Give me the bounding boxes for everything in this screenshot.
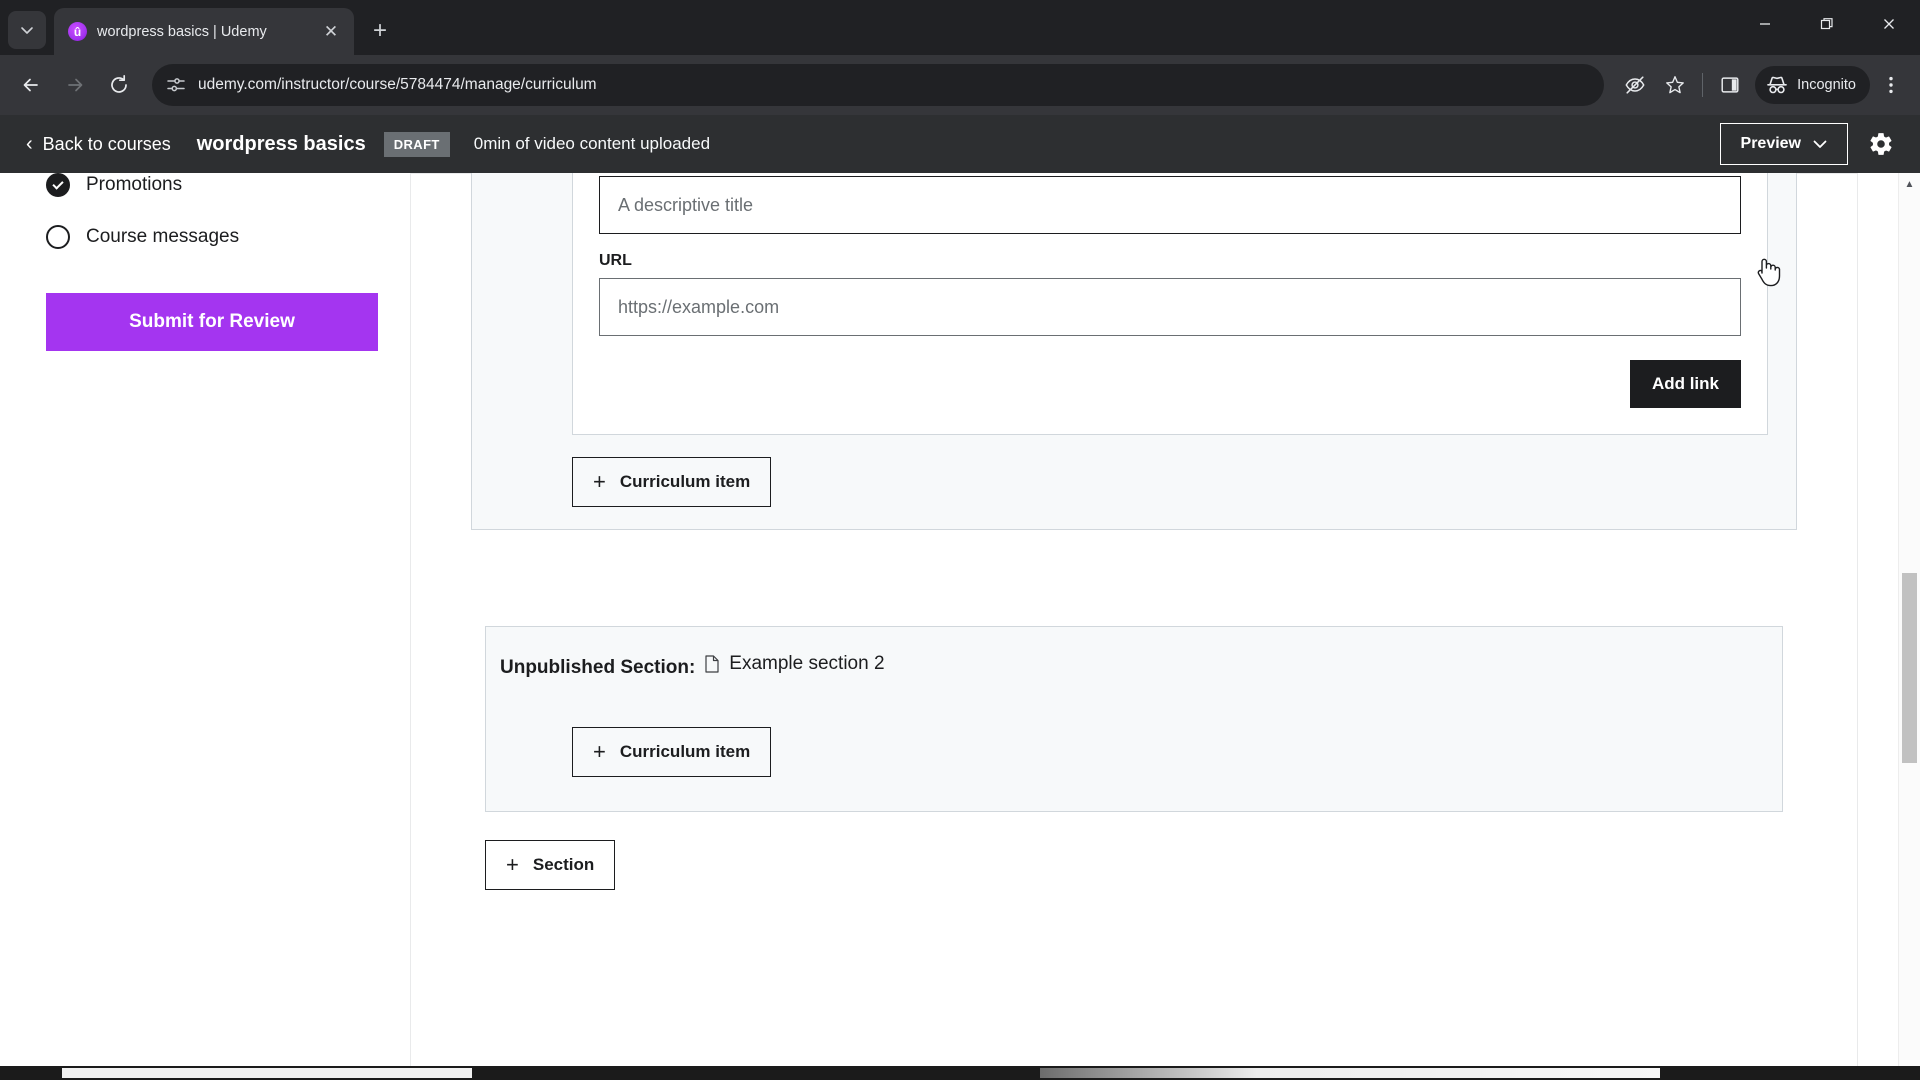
incognito-label: Incognito <box>1797 77 1856 93</box>
scroll-up-arrow[interactable]: ▲ <box>1899 173 1920 195</box>
minimize-button[interactable] <box>1734 0 1796 47</box>
resource-url-input[interactable] <box>599 278 1741 336</box>
horizontal-scrollbar-thumb[interactable] <box>62 1068 472 1078</box>
add-section-label: Section <box>532 855 595 874</box>
sidebar-item-course-messages[interactable]: Course messages <box>46 211 410 263</box>
back-button[interactable] <box>10 64 52 106</box>
add-curriculum-item-button-2[interactable]: + Curriculum item <box>572 727 772 777</box>
curriculum-card: URL Add link + Curriculum item <box>410 173 1858 1080</box>
radio-unchecked-icon <box>46 225 70 249</box>
page-content: Promotions Course messages Submit for Re… <box>0 173 1920 1080</box>
browser-window: û wordpress basics | Udemy ✕ + udemy.com… <box>0 0 1920 1080</box>
restore-button[interactable] <box>1796 0 1858 47</box>
plus-icon: + <box>593 739 606 764</box>
address-bar[interactable]: udemy.com/instructor/course/5784474/mana… <box>152 64 1605 106</box>
tab-search-button[interactable] <box>8 11 46 49</box>
tracking-protection-icon[interactable] <box>1616 66 1654 104</box>
toolbar-divider <box>1702 73 1704 97</box>
add-section-button[interactable]: + Section <box>485 840 616 890</box>
window-controls <box>1734 0 1920 55</box>
add-curriculum-item-button-1[interactable]: + Curriculum item <box>572 457 772 507</box>
new-tab-button[interactable]: + <box>362 13 398 49</box>
horizontal-scrollbar[interactable] <box>0 1066 1920 1080</box>
chevron-left-icon: ‹ <box>26 133 33 155</box>
tab-strip: û wordpress basics | Udemy ✕ + <box>0 0 1920 55</box>
course-sidebar: Promotions Course messages Submit for Re… <box>0 173 410 1080</box>
add-section-row: + Section <box>471 812 1797 890</box>
arrow-right-icon <box>68 78 83 92</box>
close-icon <box>1884 18 1894 29</box>
plus-icon: + <box>593 469 606 494</box>
status-badge: DRAFT <box>383 131 450 157</box>
section-block-2: Unpublished Section: Example section 2 +… <box>485 626 1783 812</box>
bookmark-star-icon[interactable] <box>1656 66 1694 104</box>
add-curriculum-item-label: Curriculum item <box>619 472 751 491</box>
section2-title-row: Unpublished Section: Example section 2 <box>500 653 1782 679</box>
course-title: wordpress basics <box>196 132 366 155</box>
section1-curriculum-row: + Curriculum item <box>486 435 1782 507</box>
settings-gear-button[interactable] <box>1860 123 1902 165</box>
browser-tab[interactable]: û wordpress basics | Udemy ✕ <box>54 8 354 55</box>
main-column: URL Add link + Curriculum item <box>410 173 1920 1080</box>
section2-curriculum-row: + Curriculum item <box>500 679 1782 777</box>
section-block-1: URL Add link + Curriculum item <box>471 173 1797 530</box>
eye-slash-icon <box>1625 76 1645 94</box>
sidebar-item-promotions[interactable]: Promotions <box>46 173 410 211</box>
resource-title-input[interactable] <box>599 176 1741 234</box>
section2-name: Example section 2 <box>729 653 885 674</box>
video-upload-status: 0min of video content uploaded <box>473 134 711 153</box>
browser-toolbar: udemy.com/instructor/course/5784474/mana… <box>0 55 1920 115</box>
section2-status-label: Unpublished Section: <box>500 657 696 678</box>
arrow-left-icon <box>23 78 38 92</box>
sidebar-item-label: Promotions <box>86 174 183 195</box>
resource-link-editor: URL Add link <box>572 173 1768 435</box>
preview-button[interactable]: Preview <box>1719 123 1848 165</box>
course-header: ‹ Back to courses wordpress basics DRAFT… <box>0 115 1920 173</box>
kebab-menu-icon <box>1889 76 1893 94</box>
chevron-down-icon <box>21 27 33 34</box>
editor-actions: Add link <box>599 360 1741 408</box>
incognito-indicator[interactable]: Incognito <box>1755 66 1870 104</box>
vertical-scrollbar[interactable]: ▲ ▼ <box>1898 173 1920 1080</box>
radio-checked-icon <box>46 173 70 197</box>
three-dot-menu-icon[interactable] <box>1872 66 1910 104</box>
back-to-courses-label: Back to courses <box>42 133 171 154</box>
reload-button[interactable] <box>98 64 140 106</box>
sidebar-item-label: Course messages <box>86 226 240 247</box>
tab-title: wordpress basics | Udemy <box>97 23 267 40</box>
restore-icon <box>1820 17 1833 29</box>
gear-icon <box>1870 133 1892 155</box>
back-to-courses-link[interactable]: ‹ Back to courses <box>26 134 171 155</box>
udemy-favicon: û <box>68 22 87 41</box>
add-link-button[interactable]: Add link <box>1629 360 1741 408</box>
preview-button-label: Preview <box>1740 135 1801 152</box>
url-field-label: URL <box>599 252 632 269</box>
plus-icon: + <box>506 852 519 877</box>
add-curriculum-item-label: Curriculum item <box>619 742 751 761</box>
section2-name-wrap: Example section 2 <box>705 653 885 675</box>
reload-icon <box>111 74 127 93</box>
chevron-down-icon <box>1813 140 1827 148</box>
minimize-icon <box>1760 22 1770 25</box>
side-panel-icon-glyph <box>1721 77 1739 93</box>
side-panel-icon[interactable] <box>1711 66 1749 104</box>
star-icon <box>1666 76 1685 94</box>
horizontal-scrollbar-thumb-secondary[interactable] <box>1040 1068 1660 1078</box>
close-window-button[interactable] <box>1858 0 1920 47</box>
tune-icon[interactable] <box>166 75 186 95</box>
incognito-hat-icon <box>1767 76 1787 94</box>
course-header-actions: Preview <box>1719 123 1902 165</box>
address-bar-url: udemy.com/instructor/course/5784474/mana… <box>198 76 597 93</box>
vertical-scrollbar-thumb[interactable] <box>1902 573 1917 763</box>
tab-close-button[interactable]: ✕ <box>318 19 344 45</box>
page-viewport: ‹ Back to courses wordpress basics DRAFT… <box>0 115 1920 1080</box>
forward-button[interactable] <box>54 64 96 106</box>
document-icon <box>705 655 719 673</box>
submit-for-review-button[interactable]: Submit for Review <box>46 293 378 351</box>
